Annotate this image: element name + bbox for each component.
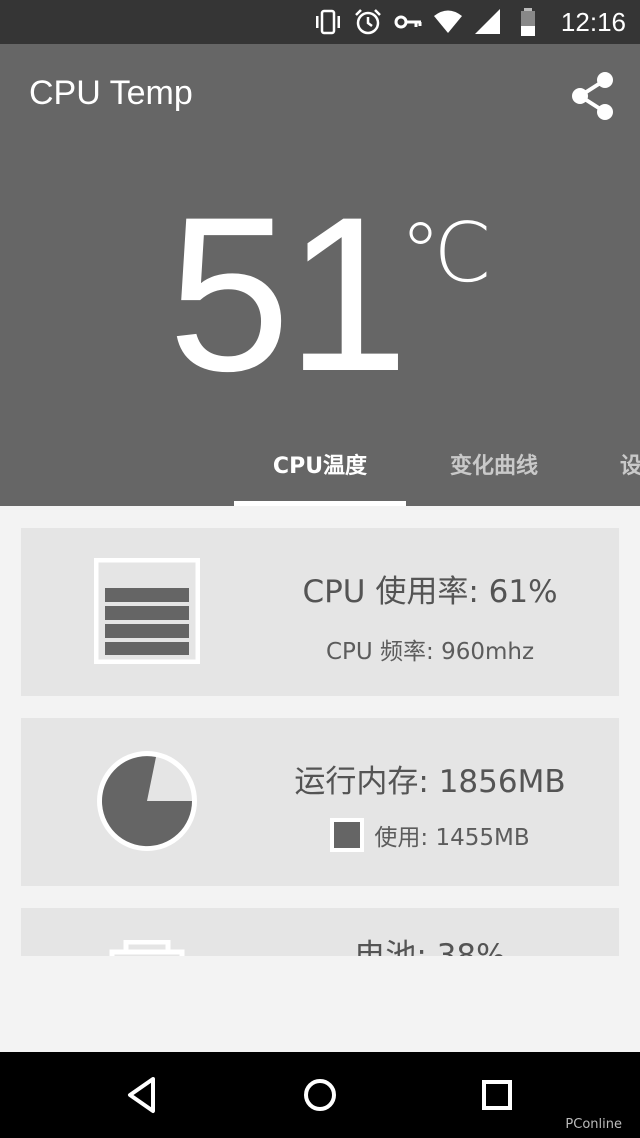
- tab-cpu-temp[interactable]: CPU温度: [234, 442, 406, 506]
- memory-used-text: 使用: 1455MB: [374, 825, 530, 851]
- wifi-icon: [433, 7, 463, 37]
- watermark: PConline: [565, 1117, 622, 1132]
- alarm-icon: [353, 7, 383, 37]
- battery-icon: [513, 7, 543, 37]
- battery-card[interactable]: 电池: 38%: [21, 908, 619, 956]
- signal-icon: [473, 7, 503, 37]
- memory-used-row: 使用: 1455MB: [241, 818, 619, 858]
- share-icon[interactable]: [570, 70, 616, 122]
- cpu-frequency-text: CPU 频率: 960mhz: [325, 639, 535, 665]
- battery-level-text: 电池: 38%: [354, 938, 506, 956]
- content-area: CPU 使用率: 61% CPU 频率: 960mhz 运行内存: 1856MB…: [0, 506, 640, 956]
- memory-total-text: 运行内存: 1856MB: [294, 764, 566, 800]
- recent-apps-icon[interactable]: [474, 1072, 520, 1118]
- temperature-unit: ℃: [400, 206, 493, 301]
- temperature-value: 51: [168, 171, 409, 417]
- memory-pie-icon: [94, 748, 200, 854]
- tab-trend-curve[interactable]: 变化曲线: [408, 442, 580, 506]
- header: CPU Temp 51 ℃ CPU温度 变化曲线 设: [0, 44, 640, 506]
- memory-card[interactable]: 运行内存: 1856MB 使用: 1455MB: [21, 718, 619, 886]
- tab-settings[interactable]: 设: [620, 442, 640, 506]
- cpu-usage-card[interactable]: CPU 使用率: 61% CPU 频率: 960mhz: [21, 528, 619, 696]
- footer-blank: [0, 956, 640, 1052]
- tab-bar: CPU温度 变化曲线 设: [0, 442, 640, 506]
- home-icon[interactable]: [297, 1072, 343, 1118]
- cpu-usage-icon: [93, 557, 201, 665]
- battery-level-icon: [94, 939, 200, 956]
- back-icon[interactable]: [120, 1072, 166, 1118]
- status-bar: 12:16: [0, 0, 640, 44]
- status-icons: 12:16: [313, 0, 626, 44]
- app-title: CPU Temp: [29, 74, 193, 112]
- cpu-usage-text: CPU 使用率: 61%: [302, 574, 558, 610]
- memory-used-legend: [330, 818, 365, 852]
- status-time: 12:16: [560, 6, 626, 37]
- vpn-key-icon: [393, 7, 423, 37]
- navigation-bar: PConline: [0, 1052, 640, 1138]
- vibrate-icon: [313, 7, 343, 37]
